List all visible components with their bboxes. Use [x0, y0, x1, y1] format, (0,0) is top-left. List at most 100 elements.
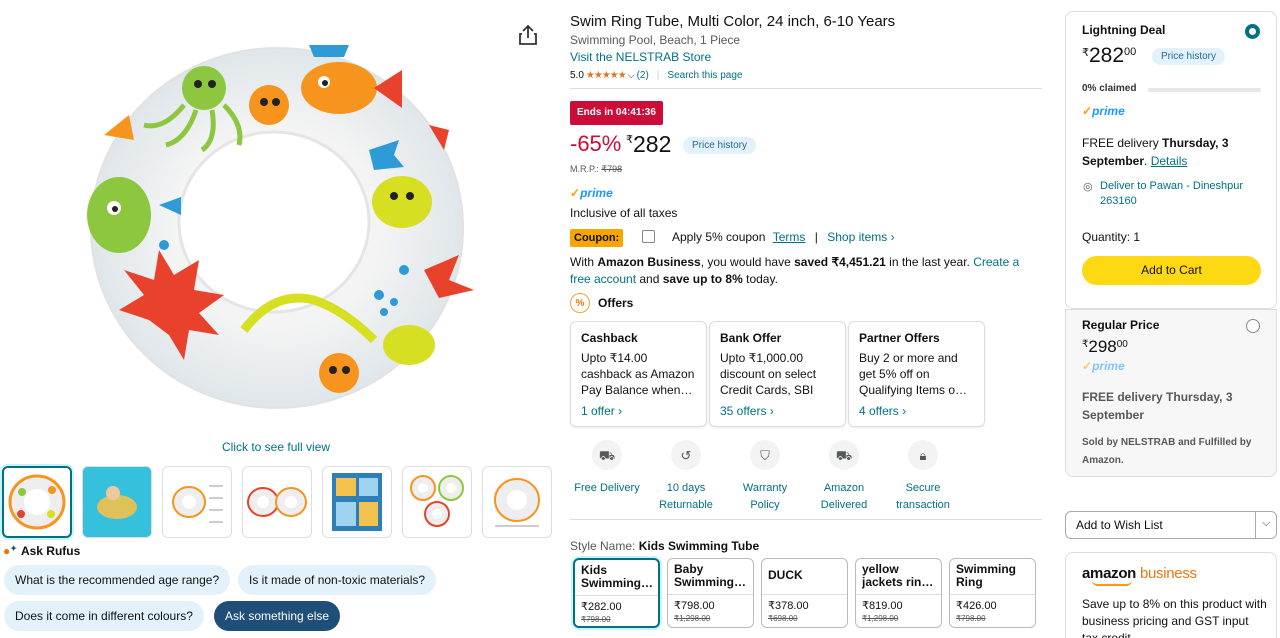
style-option-swimming-ring[interactable]: Swimming Ring ₹426.00 ₹798.00 [949, 558, 1036, 628]
regular-price-radio[interactable] [1246, 319, 1260, 333]
thumbnail-7[interactable] [482, 466, 552, 538]
shop-items-link[interactable]: Shop items › [827, 230, 894, 244]
percent-icon: % [570, 293, 590, 313]
smile-arrow-icon [1092, 580, 1132, 586]
rufus-chip-age[interactable]: What is the recommended age range? [4, 565, 231, 595]
store-link[interactable]: Visit the NELSTRAB Store [570, 50, 711, 64]
divider [1255, 512, 1256, 538]
deal-timer-badge: Ends in 04:41:36 [570, 101, 663, 125]
coupon-label: Coupon: [570, 229, 624, 247]
truck-icon: ⛟ [592, 440, 622, 470]
lock-icon: 🔒︎ [908, 440, 938, 470]
thumbnail-6[interactable] [402, 466, 472, 538]
rating-value: 5.0 [570, 70, 584, 81]
main-product-image[interactable] [84, 30, 474, 415]
feature-amazon-delivered[interactable]: ⛟ Amazon Delivered [804, 440, 884, 514]
rufus-chip-ask-else[interactable]: Ask something else [214, 601, 341, 631]
sold-by-text: Sold by NELSTRAB and Fulfilled by Amazon… [1082, 437, 1252, 466]
coupon-text: Apply 5% coupon [672, 230, 766, 244]
deal-price-history-button[interactable]: Price history [1152, 48, 1226, 65]
delivery-van-icon: ⛟ [829, 440, 859, 470]
selected-style: Kids Swimming Tube [638, 539, 760, 553]
deal-price: ₹28200 [1082, 44, 1137, 67]
deliver-to-link[interactable]: Deliver to Pawan - Dineshpur 263160 [1100, 179, 1260, 209]
offer-body: Buy 2 or more and get 5% off on Qualifyi… [859, 351, 968, 397]
click-full-view-link[interactable]: Click to see full view [222, 440, 330, 454]
offer-link[interactable]: 1 offer › [581, 404, 622, 418]
inclusive-taxes: Inclusive of all taxes [570, 206, 678, 220]
star-rating-icon[interactable]: ★★★★★ [586, 70, 627, 81]
style-name-label: Style Name: Kids Swimming Tube [570, 539, 760, 553]
prime-check-icon: ✓ [570, 186, 581, 200]
search-page-link[interactable]: Search this page [667, 70, 742, 81]
divider [668, 594, 753, 595]
prime-check-icon: ✓ [1082, 359, 1093, 373]
coupon-row: Apply 5% coupon Terms | Shop items › [672, 230, 895, 244]
offer-body: Upto ₹14.00 cashback as Amazon Pay Balan… [581, 351, 695, 397]
quantity-selector[interactable]: Quantity: 1 [1082, 230, 1140, 244]
rufus-chip-materials[interactable]: Is it made of non-toxic materials? [238, 565, 437, 595]
prime-check-icon: ✓ [1082, 104, 1093, 118]
currency-symbol: ₹ [626, 134, 633, 146]
style-option-baby-swimming[interactable]: Baby Swimming… ₹798.00 ₹1,298.00 [667, 558, 754, 628]
chevron-down-icon[interactable]: ⌵ [628, 70, 635, 81]
thumbnail-3[interactable] [162, 466, 232, 538]
offer-card-bank[interactable]: Bank Offer Upto ₹1,000.00 discount on se… [709, 321, 846, 427]
rating-count-link[interactable]: (2) [637, 70, 649, 81]
thumbnail-4[interactable] [242, 466, 312, 538]
prime-badge: ✓prime [570, 186, 613, 200]
style-option-duck[interactable]: DUCK ₹378.00 ₹698.00 [761, 558, 848, 628]
coupon-checkbox[interactable] [642, 230, 655, 243]
price-history-button[interactable]: Price history [683, 137, 757, 154]
regular-price: ₹29800 [1082, 337, 1128, 356]
regular-price-title: Regular Price [1082, 318, 1160, 332]
divider [570, 88, 1042, 89]
feature-returnable[interactable]: ↺ 10 days Returnable [646, 440, 726, 514]
divider [762, 594, 847, 595]
separator: | [656, 70, 660, 81]
divider [856, 594, 941, 595]
rating-row: 5.0 ★★★★★ ⌵ (2) | Search this page [570, 70, 742, 81]
style-option-kids-swimming[interactable]: Kids Swimming… ₹282.00 ₹798.00 [573, 558, 660, 628]
thumbnail-5[interactable] [322, 466, 392, 538]
lightning-deal-radio[interactable] [1245, 24, 1260, 39]
location-pin-icon: ◎ [1083, 181, 1093, 193]
offer-title: Bank Offer [720, 331, 782, 345]
offer-link[interactable]: 4 offers › [859, 404, 906, 418]
offer-card-partner[interactable]: Partner Offers Buy 2 or more and get 5% … [848, 321, 985, 427]
separator: | [814, 230, 818, 244]
amazon-business-box: amazon business Save up to 8% on this pr… [1065, 552, 1277, 638]
thumbnail-1[interactable] [2, 466, 72, 538]
claimed-progress-bar [1148, 88, 1261, 92]
chevron-down-icon[interactable]: ⌵ [1262, 517, 1270, 530]
delivery-info: FREE delivery Thursday, 3 September. Det… [1082, 136, 1229, 168]
discount-percent: -65% [570, 131, 622, 156]
current-price: ₹282 [626, 131, 671, 158]
add-to-cart-button[interactable]: Add to Cart [1082, 256, 1261, 285]
mrp-value: ₹798 [601, 164, 623, 174]
claimed-text: 0% claimed [1082, 83, 1137, 94]
shield-icon: ⛉ [750, 440, 780, 470]
product-title: Swim Ring Tube, Multi Color, 24 inch, 6-… [570, 13, 896, 30]
offer-title: Partner Offers [859, 331, 940, 345]
offer-title: Cashback [581, 331, 638, 345]
prime-badge: ✓prime [1082, 359, 1125, 373]
prime-badge: ✓prime [1082, 104, 1125, 118]
thumbnail-2[interactable] [82, 466, 152, 538]
delivery-details-link[interactable]: Details [1151, 154, 1188, 168]
lightning-deal-title: Lightning Deal [1082, 23, 1166, 37]
share-icon[interactable] [518, 24, 538, 46]
coupon-terms-link[interactable]: Terms [773, 230, 806, 244]
rufus-icon: ●✦ [3, 544, 17, 558]
offer-link[interactable]: 35 offers › [720, 404, 774, 418]
price-value: 282 [633, 131, 672, 157]
divider [570, 519, 1042, 520]
feature-secure-transaction[interactable]: 🔒︎ Secure transaction [883, 440, 963, 514]
offer-body: Upto ₹1,000.00 discount on select Credit… [720, 351, 817, 397]
add-to-wish-list-button[interactable]: Add to Wish List ⌵ [1065, 511, 1277, 539]
feature-free-delivery[interactable]: ⛟ Free Delivery [567, 440, 647, 497]
feature-warranty[interactable]: ⛉ Warranty Policy [725, 440, 805, 514]
style-option-yellow-jackets[interactable]: yellow jackets rin… ₹819.00 ₹1,298.00 [855, 558, 942, 628]
offer-card-cashback[interactable]: Cashback Upto ₹14.00 cashback as Amazon … [570, 321, 707, 427]
rufus-chip-colours[interactable]: Does it come in different colours? [4, 601, 204, 631]
